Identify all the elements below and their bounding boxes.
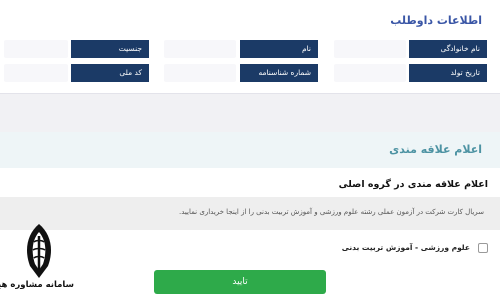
section-gap <box>0 94 500 132</box>
birth-date-value <box>334 64 406 82</box>
interest-option-checkbox[interactable] <box>478 243 488 253</box>
first-name-value <box>164 40 236 58</box>
national-code-label: کد ملی <box>71 64 149 82</box>
confirm-button[interactable]: تایید <box>154 270 326 294</box>
gender-label: جنسیت <box>71 40 149 58</box>
watermark-text: سامانه مشاوره هیوا <box>0 280 74 290</box>
national-code-value <box>4 64 68 82</box>
watermark-logo: سامانه مشاوره هیوا <box>0 222 74 300</box>
last-name-label: نام خانوادگی <box>409 40 487 58</box>
last-name-value <box>334 40 406 58</box>
id-number-label: شماره شناسنامه <box>240 64 318 82</box>
id-number-value <box>164 64 236 82</box>
interest-header-title: اعلام علاقه مندی <box>389 143 482 156</box>
notice-band: سریال کارت شرکت در آزمون عملی رشته علوم … <box>0 197 500 230</box>
interest-option-row[interactable]: علوم ورزشی - آموزش تربیت بدنی <box>0 239 500 259</box>
interest-option-label[interactable]: علوم ورزشی - آموزش تربیت بدنی <box>342 243 470 252</box>
first-name-label: نام <box>240 40 318 58</box>
group-title: اعلام علاقه مندی در گروه اصلی <box>338 179 488 190</box>
candidate-info-card: اطلاعات داوطلب نام خانوادگی نام جنسیت تا… <box>0 0 500 94</box>
gender-value <box>4 40 68 58</box>
notice-text[interactable]: سریال کارت شرکت در آزمون عملی رشته علوم … <box>179 208 484 216</box>
interest-header: اعلام علاقه مندی <box>0 132 500 168</box>
quill-logo-icon <box>27 224 51 278</box>
birth-date-label: تاریخ تولد <box>409 64 487 82</box>
candidate-info-title: اطلاعات داوطلب <box>390 14 482 27</box>
